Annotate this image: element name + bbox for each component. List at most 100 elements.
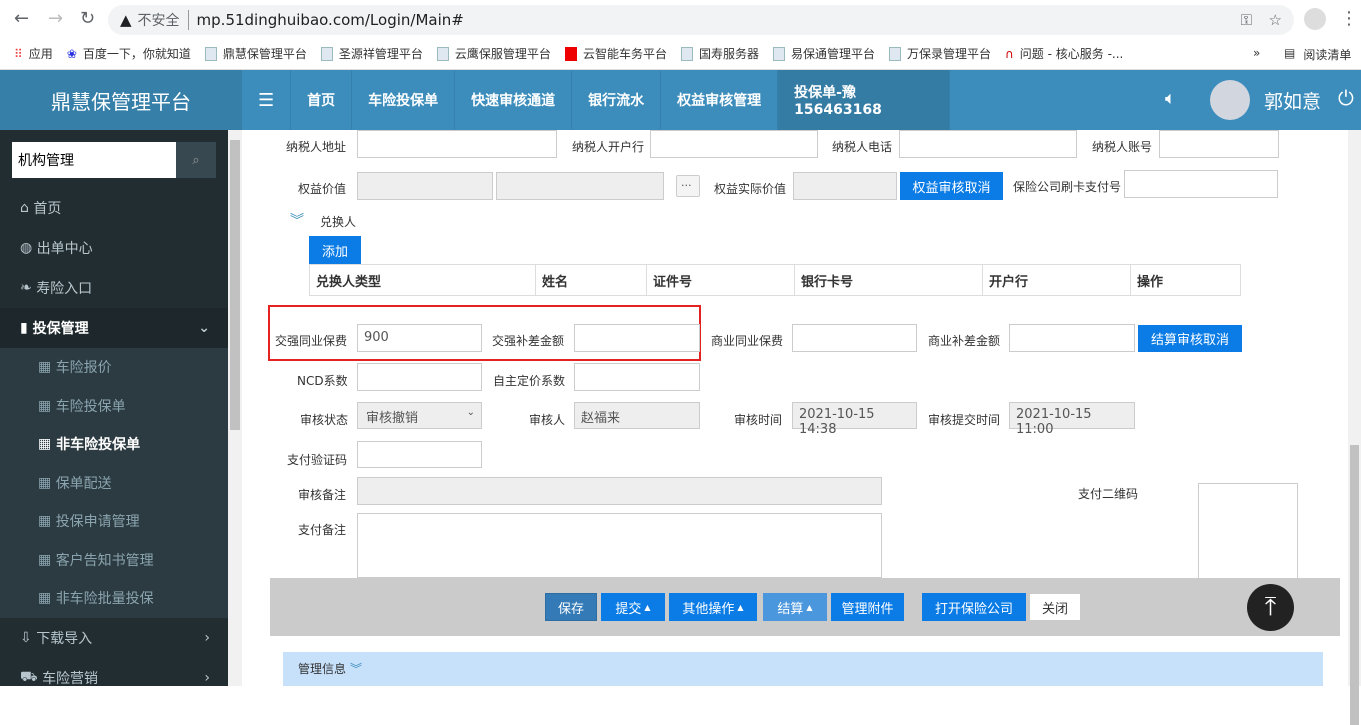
sidebar-item-batch[interactable]: ▦ 非车险批量投保 — [0, 579, 228, 618]
menu-dots-icon[interactable]: ⋮ — [1340, 8, 1358, 29]
speaker-icon[interactable]: 🔈︎ — [1165, 88, 1176, 109]
settle-button[interactable]: 结算 ▲ — [763, 593, 827, 621]
tab-equity-audit[interactable]: 权益审核管理 — [661, 70, 779, 130]
bookmark[interactable]: ❀ 百度一下，你就知道 — [67, 45, 191, 62]
taxpayer-account-input[interactable] — [1159, 130, 1279, 158]
bookmark[interactable]: 万保录管理平台 — [888, 45, 991, 62]
grid-icon: ▦ — [38, 397, 56, 414]
search-icon[interactable]: ⌕ — [176, 142, 216, 178]
ncd-input[interactable] — [357, 363, 482, 391]
tab-bank-flow[interactable]: 银行流水 — [572, 70, 662, 130]
com-peer-premium-input[interactable] — [792, 324, 917, 352]
sidebar-item-marketing[interactable]: ⛟ 车险营销 › — [0, 658, 228, 698]
settle-audit-cancel-button[interactable]: 结算审核取消 — [1138, 325, 1242, 352]
close-button[interactable]: 关闭 — [1030, 594, 1080, 620]
bookmark-label: 鼎慧保管理平台 — [222, 47, 307, 61]
reading-list[interactable]: ▤ 阅读清单 — [1284, 46, 1351, 63]
equity-browse-button[interactable]: ... — [676, 175, 700, 197]
bookmark[interactable]: ∩ 问题 - 核心服务 -... — [1005, 45, 1123, 62]
url-text[interactable]: mp.51dinghuibao.com/Login/Main# — [197, 11, 464, 29]
bookmark[interactable]: 鼎慧保管理平台 — [204, 45, 307, 62]
manage-attachments-button[interactable]: 管理附件 — [831, 593, 904, 621]
label: 纳税人开户行 — [572, 140, 645, 154]
tab-home[interactable]: 首页 — [291, 70, 353, 130]
chevron-down-icon: ⌄ — [198, 320, 210, 336]
equity-actual-value-input[interactable] — [793, 172, 897, 200]
equity-value-name-input[interactable] — [496, 172, 664, 200]
tab-car-policy[interactable]: 车险投保单 — [352, 70, 456, 130]
more-bookmarks[interactable]: » — [1253, 46, 1260, 60]
add-exchanger-button[interactable]: 添加 — [309, 236, 361, 264]
key-icon[interactable]: ⚿ — [1241, 11, 1252, 29]
double-chevron-down-icon[interactable]: ︾ — [290, 210, 304, 230]
chevron-right-icon: › — [204, 669, 210, 686]
label: 纳税人地址 — [286, 140, 347, 154]
bookmark[interactable]: 国寿服务器 — [680, 45, 759, 62]
sidebar-item-home[interactable]: ⌂ 首页 — [0, 188, 228, 228]
com-diff-input[interactable] — [1009, 324, 1135, 352]
audit-time-input[interactable]: 2021-10-15 14:38 — [792, 402, 917, 437]
avatar[interactable] — [1210, 80, 1250, 120]
bookmark-apps[interactable]: ⠿ 应用 — [14, 45, 53, 62]
taxpayer-address-input[interactable] — [357, 130, 557, 158]
pay-remark-textarea[interactable] — [357, 513, 882, 578]
sidebar-item-car-quote[interactable]: ▦ 车险报价 — [0, 348, 228, 387]
audit-remark-input[interactable] — [357, 477, 882, 505]
sidebar-item-notice-mgmt[interactable]: ▦ 客户告知书管理 — [0, 540, 228, 579]
sidebar-item-label: 寿险入口 — [36, 281, 93, 297]
equity-value-input[interactable] — [357, 172, 493, 200]
bookmark[interactable]: 云鹰保服管理平台 — [436, 45, 551, 62]
taxpayer-phone-input[interactable] — [899, 130, 1077, 158]
power-icon[interactable]: ⏻ — [1338, 86, 1354, 110]
sidebar-item-apply-mgmt[interactable]: ▦ 投保申请管理 — [0, 502, 228, 541]
pay-code-input[interactable] — [357, 441, 482, 468]
submit-button[interactable]: 提交 ▲ — [601, 593, 665, 621]
star-icon[interactable]: ☆ — [1269, 11, 1282, 29]
sidebar-item-car-policy[interactable]: ▦ 车险投保单 — [0, 386, 228, 425]
sidebar-item-life[interactable]: ❧ 寿险入口 — [0, 268, 228, 308]
profile-icon[interactable] — [1304, 8, 1326, 30]
other-ops-button[interactable]: 其他操作 ▲ — [669, 593, 757, 621]
main-scrollbar[interactable] — [1348, 130, 1361, 725]
forward-icon[interactable]: → — [48, 8, 63, 29]
label: 审核状态 — [300, 413, 349, 427]
taxpayer-bank-input[interactable] — [650, 130, 818, 158]
equity-audit-cancel-button[interactable]: 权益审核取消 — [900, 172, 1003, 200]
manage-info-section[interactable]: 管理信息 ︾ — [283, 652, 1323, 686]
hamburger-icon[interactable]: ☰ — [242, 70, 292, 130]
sidebar-item-issue-center[interactable]: ◍ 出单中心 — [0, 228, 228, 268]
bookmark[interactable]: 易保通管理平台 — [772, 45, 875, 62]
back-icon[interactable]: ← — [14, 8, 29, 29]
bookmark[interactable]: 圣源祥管理平台 — [320, 45, 423, 62]
back-to-top-icon[interactable]: ⤒ — [1247, 584, 1294, 631]
open-insurer-button[interactable]: 打开保险公司 — [922, 593, 1026, 621]
file-icon: ▮ — [20, 320, 33, 336]
sidebar-item-noncar-policy[interactable]: ▦ 非车险投保单 — [0, 425, 228, 464]
tab-fast-audit[interactable]: 快速审核通道 — [455, 70, 573, 130]
exchanger-table: 兑换人类型 姓名 证件号 银行卡号 开户行 操作 — [309, 264, 1241, 296]
url-bar[interactable]: ▲ 不安全 mp.51dinghuibao.com/Login/Main# ⚿ … — [108, 5, 1294, 35]
sidebar-item-policy-mgmt[interactable]: ▮ 投保管理 ⌄ — [0, 308, 228, 348]
bookmark[interactable]: 云智能车务平台 — [564, 45, 667, 62]
sidebar-item-download[interactable]: ⇩ 下载导入 › — [0, 618, 228, 658]
reload-icon[interactable]: ↻ — [80, 8, 95, 29]
audit-status-select[interactable]: 审核撤销 ⌄ — [357, 402, 482, 429]
brand-logo[interactable]: 鼎慧保管理平台 — [0, 70, 242, 130]
sidebar-scrollbar[interactable] — [228, 130, 242, 686]
ctp-diff-input[interactable] — [574, 324, 700, 352]
chevron-down-icon: ⌄ — [466, 407, 475, 418]
sidebar-item-delivery[interactable]: ▦ 保单配送 — [0, 463, 228, 502]
auditor-input[interactable]: 赵福来 — [574, 402, 700, 429]
user-name[interactable]: 郭如意 — [1264, 87, 1321, 114]
tab-policy-detail[interactable]: 投保单-豫156463168 — [778, 70, 951, 130]
policy-form: 纳税人地址 纳税人开户行 纳税人电话 纳税人账号 权益价值 ... 权益实际价值… — [242, 130, 1348, 686]
ctp-peer-premium-input[interactable]: 900 — [357, 324, 482, 352]
page-icon — [436, 46, 449, 61]
grid-icon: ▦ — [38, 590, 56, 607]
card-pay-no-input[interactable] — [1124, 170, 1278, 198]
search-input[interactable] — [12, 142, 176, 178]
self-pricing-input[interactable] — [574, 363, 700, 391]
submit-time-input[interactable]: 2021-10-15 11:00 — [1009, 402, 1135, 437]
save-button[interactable]: 保存 — [545, 593, 597, 621]
label: 审核提交时间 — [928, 413, 1001, 427]
